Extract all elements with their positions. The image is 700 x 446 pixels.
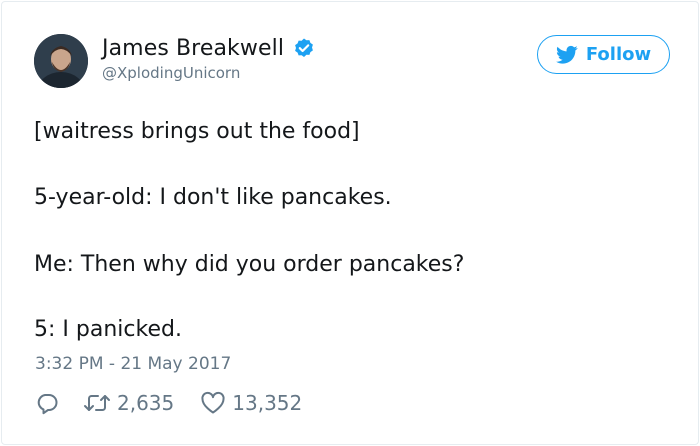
user-name[interactable]: James Breakwell: [102, 36, 284, 61]
twitter-bird-icon: [555, 45, 578, 64]
tweet-line: 5-year-old: I don't like pancakes.: [34, 185, 392, 210]
avatar-image: [34, 34, 88, 88]
tweet-card: James Breakwell @XplodingUnicorn Follow …: [1, 1, 699, 445]
reply-button[interactable]: [35, 391, 59, 415]
retweet-icon: [84, 395, 110, 411]
tweet-line: [waitress brings out the food]: [34, 119, 360, 144]
avatar[interactable]: [34, 34, 88, 88]
tweet-line: Me: Then why did you order pancakes?: [34, 252, 465, 277]
user-handle[interactable]: @XplodingUnicorn: [102, 64, 240, 82]
user-name-row: James Breakwell: [102, 36, 316, 61]
tweet-line: 5: I panicked.: [34, 317, 182, 342]
retweet-count: 2,635: [117, 391, 175, 415]
follow-button[interactable]: Follow: [537, 35, 670, 74]
like-count: 13,352: [232, 391, 303, 415]
tweet-timestamp[interactable]: 3:32 PM - 21 May 2017: [35, 354, 231, 374]
verified-badge-icon: [295, 38, 313, 57]
like-button[interactable]: 13,352: [200, 391, 302, 415]
tweet-actions: 2,635 13,352: [35, 391, 328, 415]
heart-icon: [201, 391, 225, 414]
retweet-button[interactable]: 2,635: [83, 391, 174, 415]
follow-label: Follow: [585, 44, 652, 65]
reply-icon: [37, 394, 58, 415]
